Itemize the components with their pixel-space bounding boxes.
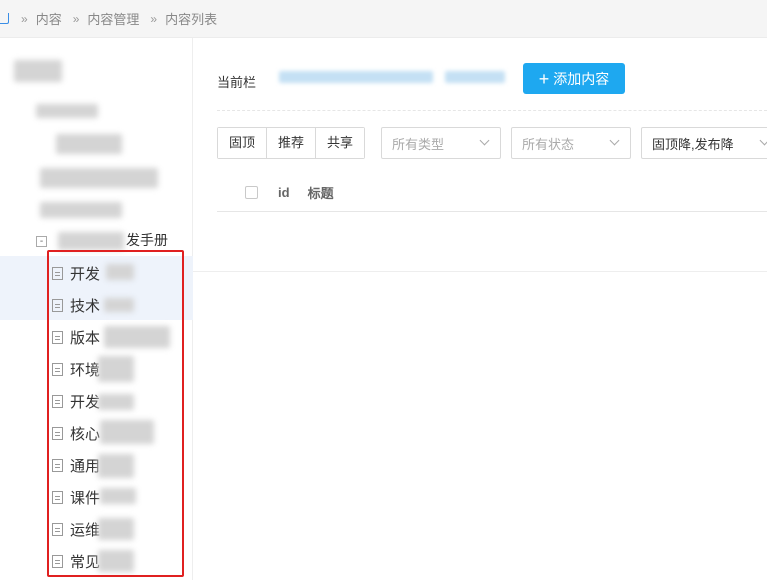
breadcrumb: » 内容 » 内容管理 » 内容列表 [0,0,767,38]
tree-parent-label: 发手册 [126,232,168,248]
collapse-icon[interactable]: - [36,235,47,247]
plus-icon: + [538,68,550,89]
home-icon[interactable] [0,12,10,25]
redacted-tree-node [14,60,62,82]
breadcrumb-item-content[interactable]: 内容 [36,9,62,28]
breadcrumb-separator: » [72,11,80,26]
redacted-current-path [279,71,433,83]
redacted-parent-label [58,232,124,250]
recommended-filter-button[interactable]: 推荐 [267,128,317,158]
sort-select[interactable]: 固顶降,发布降 [641,127,767,159]
table-header: id 标题 [217,174,767,212]
redacted-tree-node [36,104,98,118]
redacted-tree-node [56,134,122,154]
pinned-filter-button[interactable]: 固顶 [218,128,268,158]
category-tree: - 发手册 开发 技术 版本 环境 开发 核心 通用 课件 运维 常见 [0,38,193,580]
column-header-id: id [278,185,290,200]
content-panel: 当前栏 + 添加内容 固顶 推荐 共享 所有类型 所有状态 固顶降,发布降 id… [193,38,767,580]
breadcrumb-separator: » [21,11,28,26]
divider [217,110,767,111]
type-select-placeholder: 所有类型 [392,136,445,152]
tree-parent-node[interactable]: - 发手册 [36,230,168,252]
add-content-label: 添加内容 [553,70,610,87]
add-content-button[interactable]: + 添加内容 [523,63,625,94]
redacted-tree-node [40,168,158,188]
breadcrumb-item-content-manage[interactable]: 内容管理 [87,9,139,28]
breadcrumb-item-content-list: 内容列表 [165,12,218,27]
chevron-down-icon [609,135,620,146]
breadcrumb-separator: » [150,11,158,26]
column-header-title: 标题 [307,186,334,201]
filter-button-group: 固顶 推荐 共享 [217,127,366,159]
redacted-tree-node [40,202,122,218]
select-all-checkbox[interactable] [245,186,258,199]
status-select[interactable]: 所有状态 [511,127,631,159]
current-category-label: 当前栏 [217,75,257,90]
highlight-annotation-box [47,250,184,577]
table-empty-divider [193,271,767,272]
chevron-down-icon [759,135,767,146]
redacted-current-path [445,71,505,83]
type-select[interactable]: 所有类型 [381,127,501,159]
chevron-down-icon [479,135,490,146]
sort-select-value: 固顶降,发布降 [652,136,734,152]
status-select-placeholder: 所有状态 [522,136,575,152]
shared-filter-button[interactable]: 共享 [316,128,365,158]
